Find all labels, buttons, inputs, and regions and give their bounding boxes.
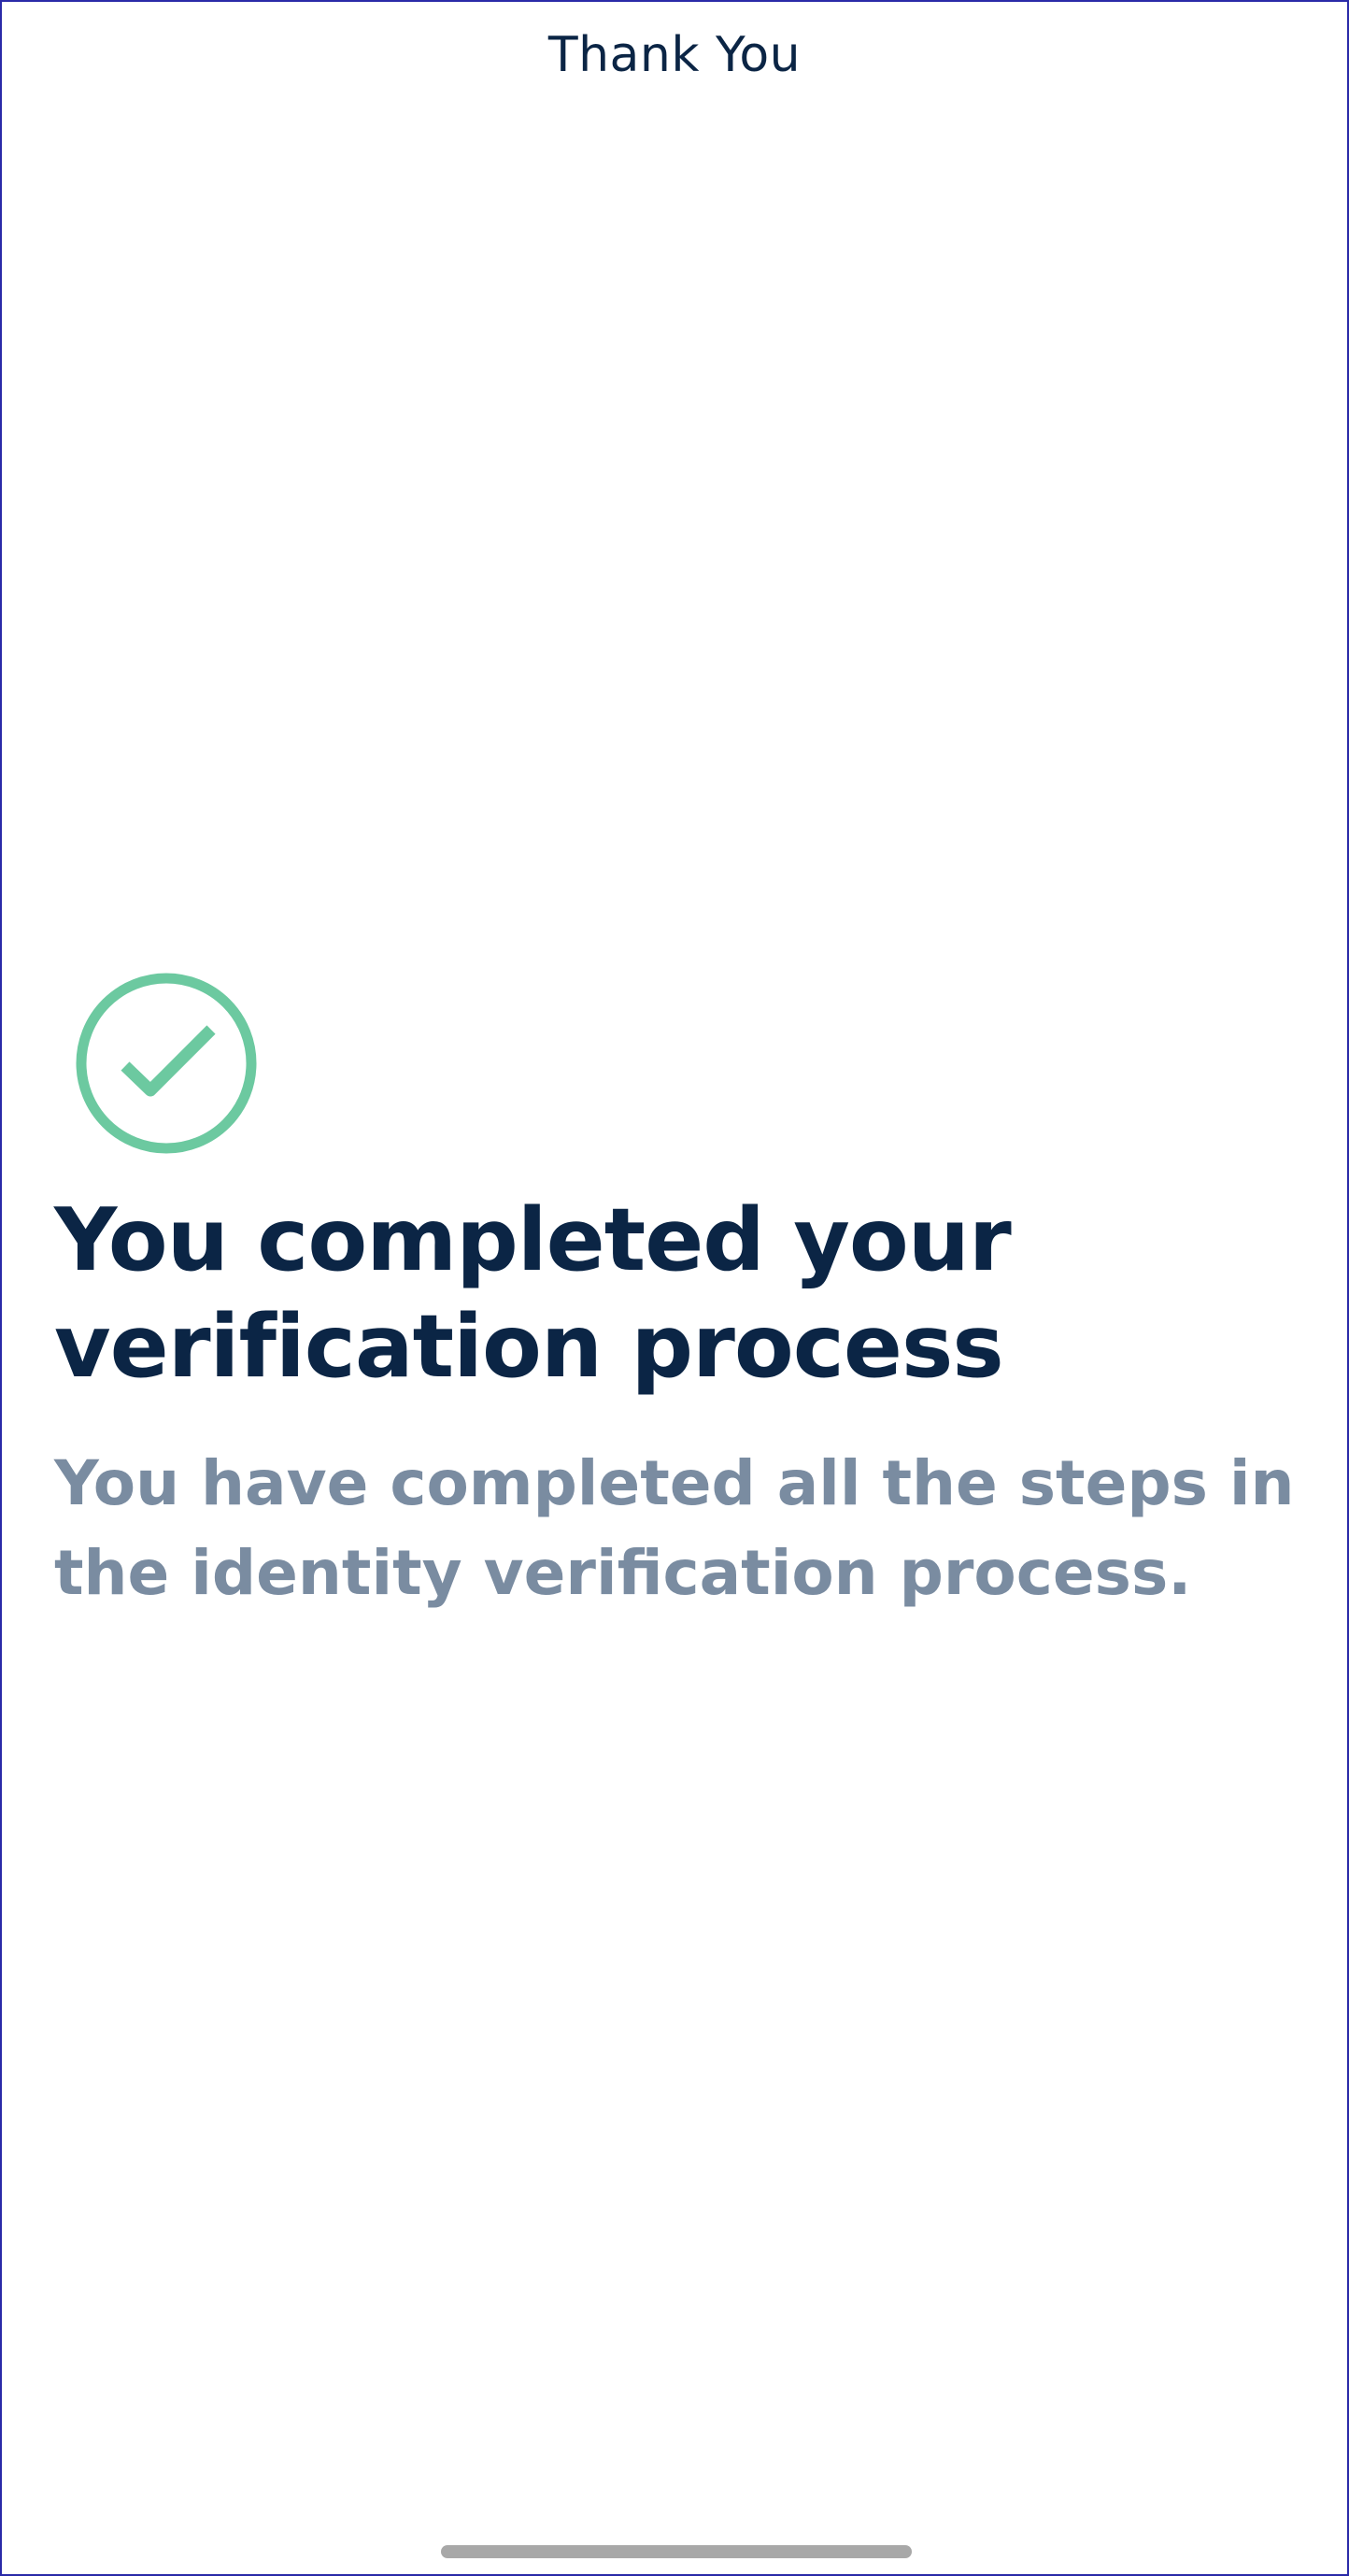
page-title: Thank You — [547, 27, 802, 83]
thank-you-screen: Thank You You completed your verificatio… — [0, 0, 1349, 2576]
completion-description: You have completed all the steps in the … — [54, 1447, 1295, 1609]
home-indicator[interactable] — [441, 2545, 912, 2558]
check-circle-icon — [75, 972, 258, 1155]
completion-headline: You completed your verification process — [54, 1189, 1012, 1397]
